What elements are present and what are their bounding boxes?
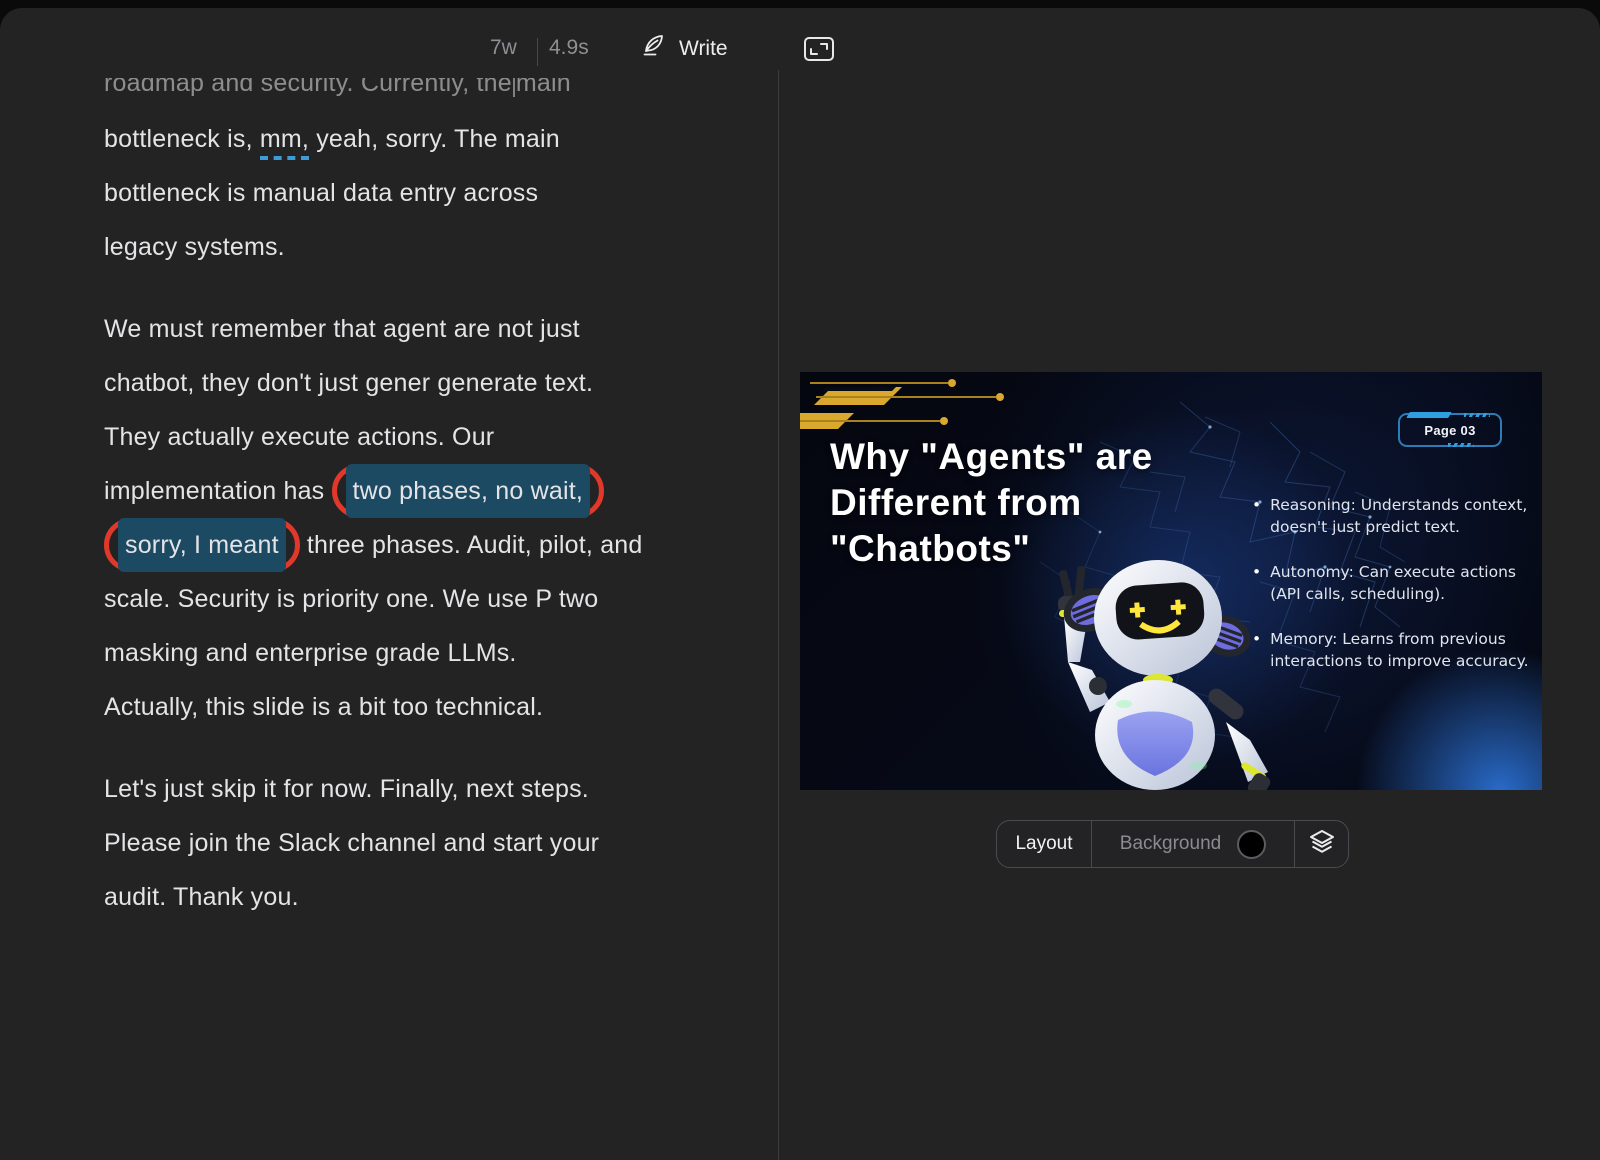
background-button[interactable]: Background (1092, 821, 1294, 867)
layers-button[interactable] (1295, 821, 1348, 867)
transcript-text: Actually, this slide is a bit too techni… (104, 680, 684, 734)
slide-bullet-list: •Reasoning: Understands context, doesn't… (1252, 494, 1542, 695)
badge-accent-bar (1406, 412, 1451, 418)
transcript-clipped-line[interactable]: roadmap and security. Currently, themain (104, 78, 684, 102)
badge-hatch (1464, 413, 1490, 417)
robot-mascot-graphic (1028, 544, 1278, 790)
slide-preview[interactable]: Why "Agents" are Different from "Chatbot… (800, 372, 1542, 790)
transcript-text: bottleneck is manual data entry across (104, 166, 684, 220)
transcript-editor[interactable]: roadmap and security. Currently, themain… (104, 78, 684, 952)
transcript-text: They actually execute actions. Our (104, 410, 684, 464)
panel-divider (778, 70, 779, 1160)
badge-hatch (1448, 443, 1474, 447)
background-label: Background (1120, 833, 1221, 855)
transcript-text: We must remember that agent are not just (104, 302, 684, 356)
transcript-text: implementation has (104, 477, 332, 505)
gold-decoration (800, 378, 1010, 440)
highlighted-phrase[interactable]: two phases, no wait, (346, 464, 591, 518)
transcript-text: Let's just skip it for now. Finally, nex… (104, 762, 684, 816)
transcript-paragraph[interactable]: We must remember that agent are not just… (104, 302, 684, 734)
transcript-text: chatbot, they don't just gener generate … (104, 356, 684, 410)
quill-icon (640, 32, 667, 65)
write-button[interactable]: Write (640, 32, 728, 65)
fullscreen-button[interactable] (803, 36, 835, 67)
background-color-swatch[interactable] (1237, 830, 1266, 859)
transcript-text: yeah, sorry. The main (309, 125, 560, 153)
bullet-item: •Memory: Learns from previous interactio… (1252, 628, 1542, 672)
word-count: 7w (490, 36, 517, 60)
transcript-paragraph[interactable]: Let's just skip it for now. Finally, nex… (104, 762, 684, 924)
slide-title: Why "Agents" are Different from "Chatbot… (830, 434, 1153, 572)
transcript-paragraph[interactable]: bottleneck is, mm, yeah, sorry. The main… (104, 112, 684, 274)
layout-label: Layout (1015, 833, 1072, 855)
highlighted-phrase[interactable]: sorry, I meant (118, 518, 286, 572)
transcript-text: bottleneck is, (104, 125, 260, 153)
slide-toolbar: Layout Background (996, 820, 1349, 868)
filler-word-underlined[interactable]: mm, (260, 125, 309, 160)
layout-button[interactable]: Layout (997, 821, 1091, 867)
write-label: Write (679, 37, 728, 61)
bullet-item: •Reasoning: Understands context, doesn't… (1252, 494, 1542, 538)
text-cursor (513, 78, 515, 97)
bullet-item: •Autonomy: Can execute actions (API call… (1252, 561, 1542, 605)
transcript-text: scale. Security is priority one. We use … (104, 572, 684, 626)
transcript-text: three phases. Audit, pilot, and (300, 531, 643, 559)
clipped-text-before-cursor: roadmap and security. Currently, the (104, 78, 512, 97)
topbar-separator (537, 38, 538, 66)
layers-icon (1308, 828, 1336, 861)
page-number-badge: Page 03 (1398, 413, 1502, 447)
clipped-text-after-cursor: main (516, 78, 571, 97)
transcript-text: masking and enterprise grade LLMs. (104, 626, 684, 680)
correction-ring[interactable]: sorry, I meant (104, 518, 300, 572)
main-panel: 7w 4.9s Write roadmap and security. Curr… (0, 8, 1600, 1160)
bullet-dot: • (1252, 628, 1261, 672)
bullet-dot: • (1252, 561, 1261, 605)
duration: 4.9s (549, 36, 589, 60)
correction-ring[interactable]: two phases, no wait, (332, 464, 605, 518)
transcript-text: Please join the Slack channel and start … (104, 816, 684, 870)
transcript-text: audit. Thank you. (104, 870, 684, 924)
bullet-dot: • (1252, 494, 1261, 538)
transcript-text: legacy systems. (104, 220, 684, 274)
